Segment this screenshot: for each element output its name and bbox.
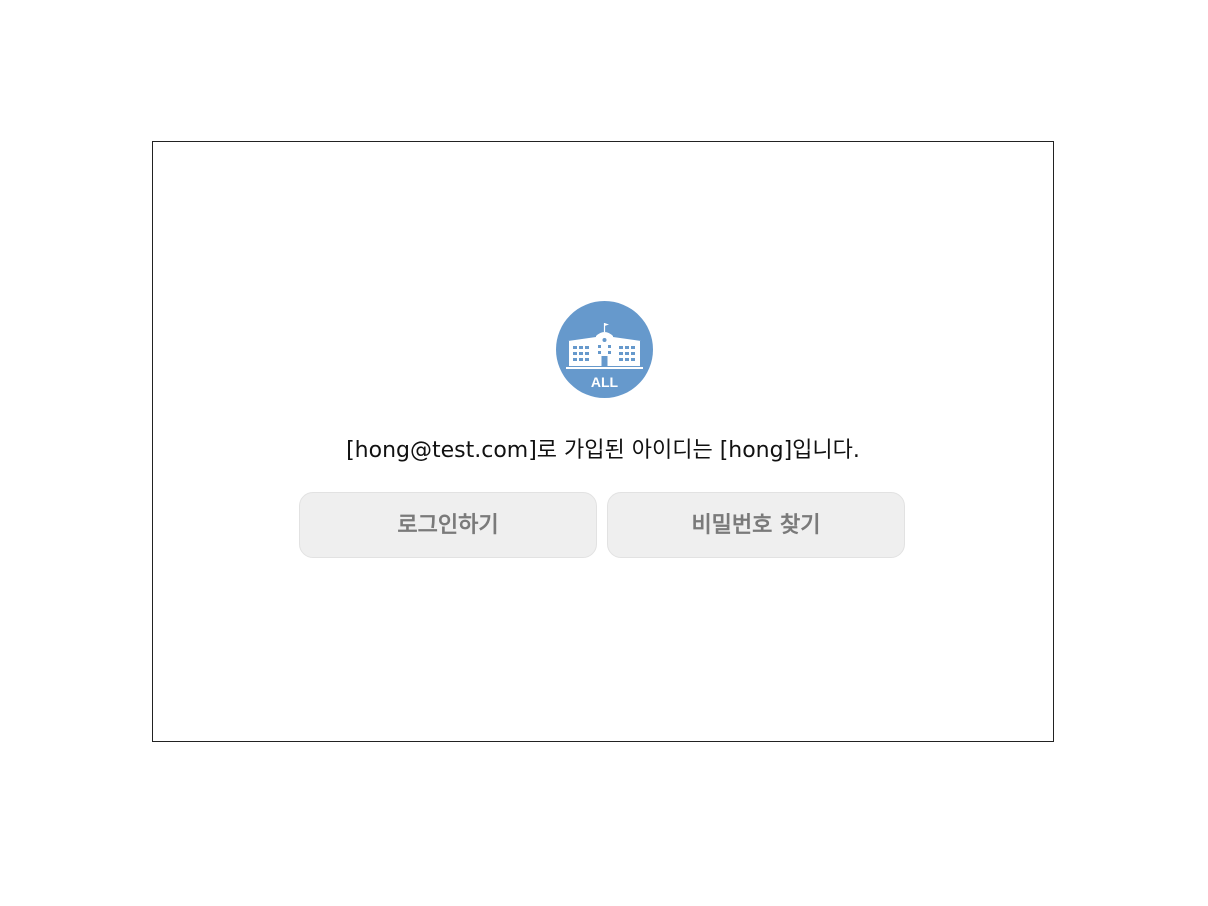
find-id-result-message: [hong@test.com]로 가입된 아이디는 [hong]입니다. xyxy=(346,438,860,463)
school-logo: ALL xyxy=(556,301,653,398)
school-building-icon: ALL xyxy=(566,323,643,390)
find-id-result-panel: ALL [hong@test.com]로 가입된 아이디는 [hong]입니다.… xyxy=(152,141,1054,742)
logo-text: ALL xyxy=(591,374,619,390)
find-password-button[interactable]: 비밀번호 찾기 xyxy=(607,492,905,558)
login-button[interactable]: 로그인하기 xyxy=(299,492,597,558)
